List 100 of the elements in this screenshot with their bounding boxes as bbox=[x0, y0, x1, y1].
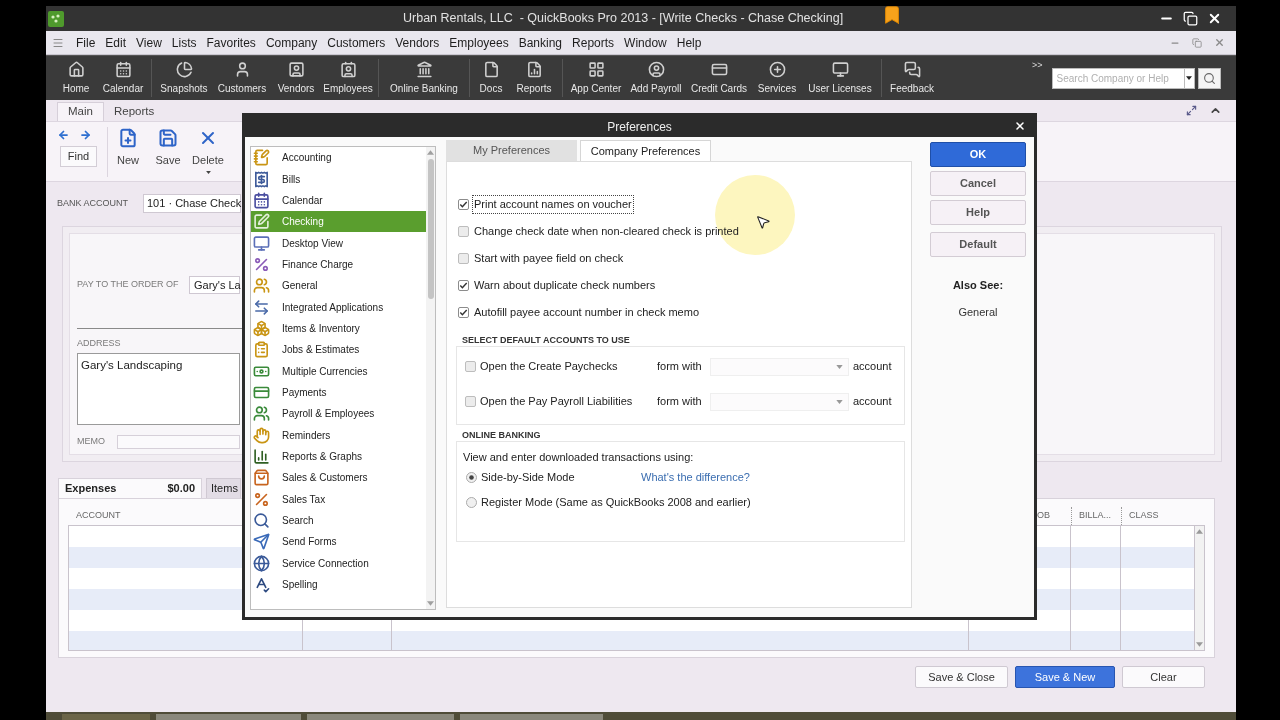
form-button[interactable]: Save & Close bbox=[915, 666, 1008, 688]
category-item[interactable]: Reports & Graphs bbox=[251, 445, 426, 468]
checkbox[interactable] bbox=[465, 361, 476, 372]
forward-arrow-icon[interactable] bbox=[79, 129, 92, 141]
dialog-button[interactable]: OK bbox=[930, 142, 1026, 167]
menu-item[interactable]: Window bbox=[624, 33, 667, 52]
form-button[interactable]: Clear bbox=[1122, 666, 1205, 688]
search-button[interactable] bbox=[1197, 67, 1221, 89]
menu-item[interactable]: Help bbox=[676, 33, 702, 52]
menu-item[interactable]: Banking bbox=[518, 33, 563, 52]
toolbar-button[interactable]: Vendors bbox=[271, 57, 321, 99]
bank-account-field[interactable]: 101 · Chase Check bbox=[143, 194, 241, 213]
toolbar-button[interactable]: Services bbox=[752, 57, 802, 99]
menu-item[interactable]: Lists bbox=[171, 33, 197, 52]
category-item[interactable]: Sales Tax bbox=[251, 488, 426, 510]
category-item[interactable]: Integrated Applications bbox=[251, 296, 426, 318]
close-icon[interactable] bbox=[1014, 120, 1026, 132]
menu-item[interactable]: Company bbox=[265, 33, 318, 52]
scrollbar[interactable] bbox=[426, 147, 435, 609]
toolbar-button[interactable]: Customers bbox=[213, 57, 271, 99]
toolbar-button[interactable]: Calendar bbox=[98, 57, 148, 99]
ribbon-button[interactable]: Save bbox=[148, 122, 188, 169]
menu-item[interactable]: Edit bbox=[105, 33, 127, 52]
menu-item[interactable]: Customers bbox=[327, 33, 386, 52]
restore-icon[interactable] bbox=[1183, 11, 1198, 26]
address-field[interactable]: Gary's Landscaping bbox=[77, 353, 240, 425]
radio-button[interactable] bbox=[466, 497, 477, 508]
window-thumbnail[interactable] bbox=[156, 714, 301, 720]
checkbox[interactable] bbox=[458, 253, 469, 264]
dialog-button[interactable]: Default bbox=[930, 232, 1026, 257]
category-item[interactable]: Send Forms bbox=[251, 531, 426, 553]
search-field[interactable]: Search Company or Help bbox=[1051, 67, 1185, 89]
category-item[interactable]: Desktop View bbox=[251, 232, 426, 254]
checkbox[interactable] bbox=[458, 280, 469, 291]
checkbox[interactable] bbox=[458, 199, 469, 210]
window-thumbnail[interactable] bbox=[460, 714, 603, 720]
dialog-button[interactable]: Cancel bbox=[930, 171, 1026, 196]
category-item[interactable]: Finance Charge bbox=[251, 253, 426, 276]
ribbon-button[interactable]: Delete bbox=[188, 122, 228, 174]
dialog-button[interactable]: Help bbox=[930, 200, 1026, 225]
overflow-button[interactable]: >> bbox=[1032, 59, 1043, 73]
category-item[interactable]: Calendar bbox=[251, 189, 426, 212]
category-item[interactable]: Reminders bbox=[251, 424, 426, 446]
category-item[interactable]: Sales & Customers bbox=[251, 467, 426, 489]
category-item[interactable]: General bbox=[251, 275, 426, 297]
ribbon-tab[interactable]: Main bbox=[57, 102, 104, 121]
checkbox[interactable] bbox=[458, 307, 469, 318]
category-item[interactable]: Service Connection bbox=[251, 552, 426, 574]
also-see-link[interactable]: General bbox=[958, 304, 998, 318]
toolbar-button[interactable]: App Center bbox=[566, 57, 626, 99]
menu-item[interactable]: Favorites bbox=[206, 33, 256, 52]
toolbar-button[interactable]: Add Payroll bbox=[626, 57, 686, 99]
menu-item[interactable]: Employees bbox=[449, 33, 509, 52]
back-arrow-icon[interactable] bbox=[57, 129, 70, 141]
scroll-thumb[interactable] bbox=[427, 159, 434, 299]
category-item[interactable]: Items & Inventory bbox=[251, 317, 426, 340]
detail-tab[interactable]: Expenses $0.00 bbox=[58, 478, 202, 498]
checkbox[interactable] bbox=[458, 226, 469, 237]
category-item[interactable]: Jobs & Estimates bbox=[251, 339, 426, 361]
menu-item[interactable]: Vendors bbox=[395, 33, 440, 52]
category-item[interactable]: Bills bbox=[251, 168, 426, 190]
toolbar-button[interactable]: Online Banking bbox=[382, 57, 466, 99]
help-link[interactable]: What's the difference? bbox=[641, 469, 750, 486]
detail-tab[interactable]: Items bbox=[206, 478, 241, 498]
menu-icon[interactable] bbox=[52, 36, 64, 49]
toolbar-button[interactable]: Reports bbox=[509, 57, 559, 99]
toolbar-button[interactable]: Home bbox=[54, 57, 98, 99]
preferences-tab[interactable]: Company Preferences bbox=[580, 140, 711, 161]
scroll-up-icon[interactable] bbox=[1196, 529, 1203, 534]
toolbar-button[interactable]: Docs bbox=[473, 57, 509, 99]
scrollbar[interactable] bbox=[1195, 526, 1204, 650]
toolbar-button[interactable]: Snapshots bbox=[155, 57, 213, 99]
ribbon-tab[interactable]: Reports bbox=[103, 102, 165, 121]
ribbon-button[interactable]: New bbox=[108, 122, 148, 169]
close-icon[interactable] bbox=[1207, 11, 1222, 26]
scroll-up-icon[interactable] bbox=[427, 150, 434, 155]
toolbar-button[interactable]: Credit Cards bbox=[686, 57, 752, 99]
window-thumbnail[interactable] bbox=[62, 714, 150, 720]
category-item[interactable]: Accounting bbox=[251, 147, 426, 169]
form-button[interactable]: Save & New bbox=[1015, 666, 1115, 688]
window-thumbnail[interactable] bbox=[307, 714, 454, 720]
preferences-tab[interactable]: My Preferences bbox=[446, 140, 577, 161]
toolbar-button[interactable]: Employees bbox=[321, 57, 375, 99]
toolbar-button[interactable]: Feedback bbox=[885, 57, 939, 99]
category-item[interactable]: Payroll & Employees bbox=[251, 403, 426, 425]
toolbar-button[interactable]: User Licenses bbox=[802, 57, 878, 99]
category-item[interactable]: Payments bbox=[251, 381, 426, 404]
category-item[interactable]: Search bbox=[251, 509, 426, 532]
menu-item[interactable]: View bbox=[136, 33, 162, 52]
checkbox[interactable] bbox=[465, 396, 476, 407]
find-button[interactable]: Find bbox=[60, 146, 97, 167]
menu-item[interactable]: Reports bbox=[572, 33, 615, 52]
payee-field[interactable]: Gary's La bbox=[189, 276, 240, 294]
expand-icon[interactable] bbox=[1186, 105, 1197, 116]
memo-field[interactable] bbox=[117, 434, 240, 449]
search-dropdown[interactable] bbox=[1184, 67, 1195, 89]
menu-item[interactable]: File bbox=[76, 33, 96, 52]
category-item[interactable]: Spelling bbox=[251, 573, 426, 596]
category-item[interactable]: Multiple Currencies bbox=[251, 360, 426, 382]
radio-button[interactable] bbox=[466, 472, 477, 483]
